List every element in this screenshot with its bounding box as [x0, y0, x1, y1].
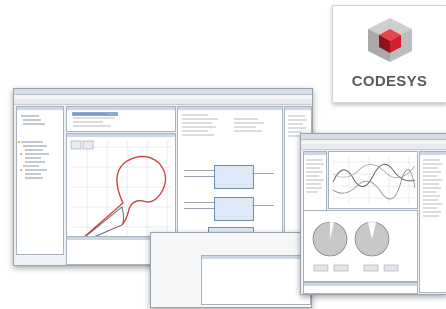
- function-block-2[interactable]: [214, 197, 254, 221]
- symbol-list[interactable]: [419, 151, 446, 293]
- output-panel[interactable]: [303, 282, 418, 294]
- codesys-logo: CODESYS: [332, 5, 446, 103]
- trace-chart[interactable]: [328, 151, 418, 209]
- background-window: [150, 232, 312, 308]
- trace-line-1: [332, 163, 416, 187]
- visu-button-4: [383, 264, 399, 272]
- pie-gauge-left: [312, 221, 348, 257]
- brand-name: CODESYS: [351, 73, 428, 90]
- toolbar[interactable]: [301, 144, 446, 150]
- visu-button-3: [363, 264, 379, 272]
- visu-button-2: [333, 264, 349, 272]
- variable-list[interactable]: [66, 106, 176, 132]
- visualization-panel[interactable]: [303, 210, 418, 282]
- visu-button-1: [313, 264, 329, 272]
- trace-curves[interactable]: [329, 152, 417, 208]
- codesys-cube-icon: [368, 18, 412, 62]
- pie-gauge-right: [354, 221, 390, 257]
- device-tree[interactable]: [16, 106, 64, 255]
- toolbar[interactable]: [14, 99, 312, 105]
- function-block-1[interactable]: [214, 165, 254, 189]
- trace-visualization-window: [300, 133, 446, 295]
